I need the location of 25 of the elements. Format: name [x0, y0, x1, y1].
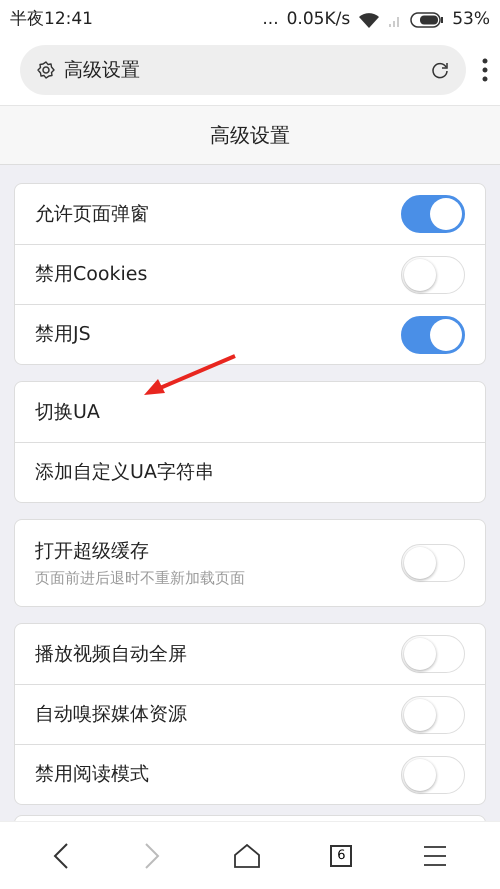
setting-label: 禁用Cookies: [35, 262, 148, 288]
refresh-icon[interactable]: [430, 60, 450, 80]
more-options-icon[interactable]: [482, 58, 488, 82]
page-title: 高级设置: [64, 58, 141, 83]
address-bar[interactable]: 高级设置: [20, 45, 466, 95]
settings-link[interactable]: 添加自定义UA字符串: [35, 458, 214, 487]
setting-label: 播放视频自动全屏: [35, 642, 187, 667]
setting-label: 打开超级缓存: [35, 538, 150, 564]
tabs-button[interactable]: 6: [330, 844, 352, 866]
network-speed: 0.05K/s: [286, 8, 350, 32]
toggle-switch[interactable]: [401, 195, 465, 233]
clock-time: 半夜12:41: [10, 8, 93, 32]
setting-label: 禁用阅读模式: [35, 762, 149, 788]
battery-percent: 53%: [452, 8, 490, 32]
wifi-icon: [358, 12, 380, 28]
setting-label: 自动嗅探媒体资源: [35, 702, 187, 728]
toggle-switch[interactable]: [401, 316, 465, 354]
header-title: 高级设置: [210, 122, 290, 149]
setting-description: 页面前进后退时不重新加载页面: [35, 568, 245, 589]
settings-icon: [36, 60, 56, 80]
battery-icon: [410, 12, 444, 28]
notification-dots: ...: [262, 8, 279, 32]
setting-label: 禁用JS: [35, 322, 91, 348]
settings-link[interactable]: 切换UA: [35, 398, 100, 426]
setting-label: 允许页面弹窗: [35, 202, 149, 227]
